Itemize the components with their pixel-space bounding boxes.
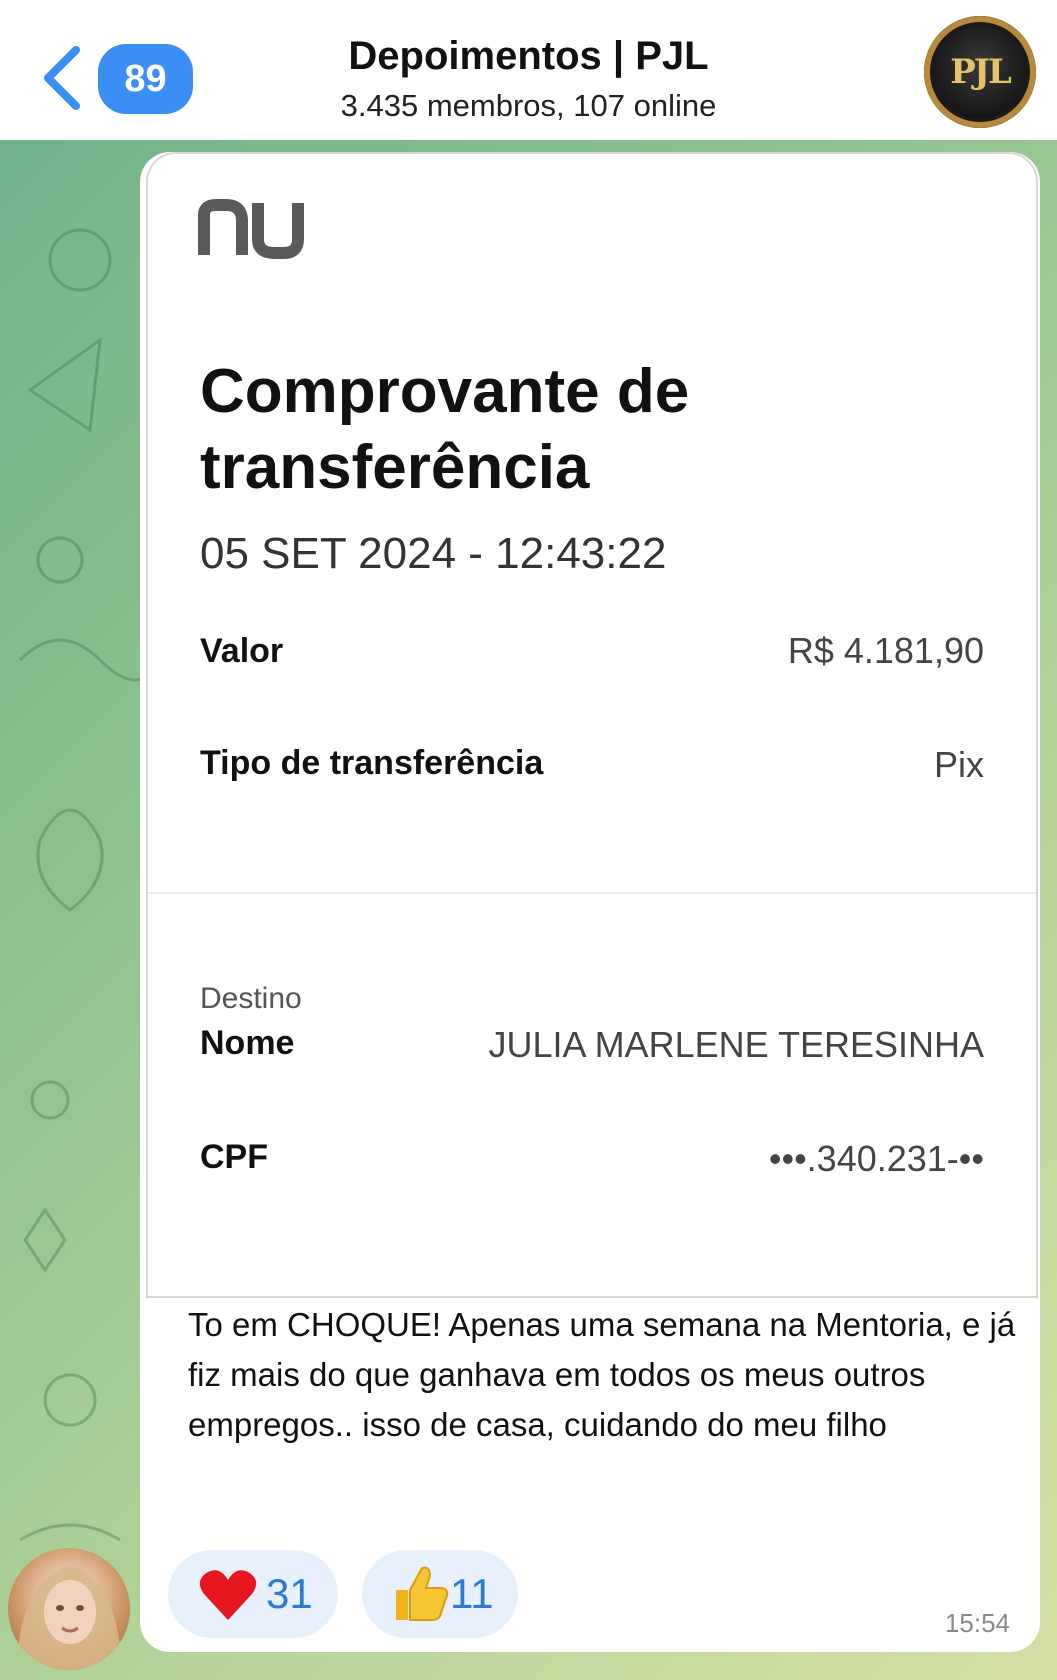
background-pattern xyxy=(18,228,150,1542)
chat-subtitle: 3.435 membros, 107 online xyxy=(340,88,717,123)
receipt-title: Comprovante de transferência xyxy=(200,357,690,502)
name-label: Nome xyxy=(200,1024,295,1062)
name-value: JULIA MARLENE TERESINHA xyxy=(488,1024,984,1065)
thumbs-up-count: 11 xyxy=(450,1570,494,1617)
reaction-heart[interactable]: 31 xyxy=(168,1550,338,1638)
divider xyxy=(148,892,1036,894)
sender-avatar-image xyxy=(17,1566,122,1670)
amount-value: R$ 4.181,90 xyxy=(787,630,984,671)
group-avatar-text: PJL xyxy=(950,52,1012,92)
receipt-image[interactable]: Comprovante de transferência 05 SET 2024… xyxy=(146,152,1038,1298)
chat-title[interactable]: Depoimentos | PJL xyxy=(0,34,1057,79)
nubank-logo xyxy=(198,199,304,259)
message-text: To em CHOQUE! Apenas uma semana na Mento… xyxy=(188,1306,1016,1443)
cpf-value: •••.340.231-•• xyxy=(768,1138,984,1179)
transfer-type-value: Pix xyxy=(933,744,984,785)
group-avatar[interactable]: PJL xyxy=(924,16,1036,128)
transfer-type-label: Tipo de transferência xyxy=(200,744,544,782)
heart-count: 31 xyxy=(266,1570,313,1617)
amount-label: Valor xyxy=(200,632,284,670)
chat-header: 89 Depoimentos | PJL 3.435 membros, 107 … xyxy=(0,0,1057,140)
thumbs-up-icon xyxy=(396,1566,449,1621)
destination-section-label: Destino xyxy=(200,982,302,1015)
receipt-datetime: 05 SET 2024 - 12:43:22 xyxy=(200,529,667,578)
message-bubble[interactable]: Comprovante de transferência 05 SET 2024… xyxy=(140,152,1040,1652)
heart-icon xyxy=(199,1570,257,1620)
sender-avatar[interactable] xyxy=(8,1548,130,1670)
cpf-label: CPF xyxy=(200,1138,268,1176)
message-time: 15:54 xyxy=(944,1608,1010,1638)
reaction-thumbs-up[interactable]: 11 xyxy=(362,1550,518,1638)
